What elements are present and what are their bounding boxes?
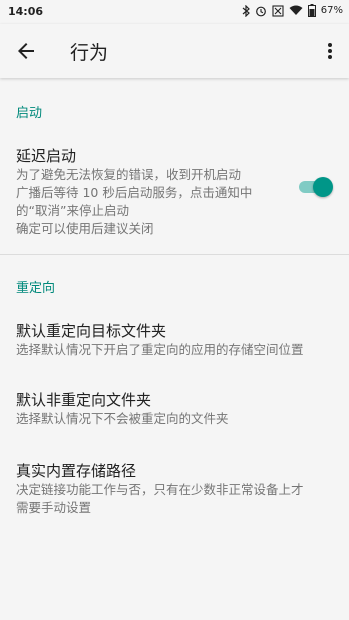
switch-thumb bbox=[313, 177, 333, 197]
delayed-startup-switch[interactable] bbox=[297, 176, 333, 197]
wifi-icon bbox=[289, 5, 303, 16]
summary-line: 为了避免无法恢复的错误，收到开机启动 bbox=[16, 167, 242, 182]
page-title: 行为 bbox=[70, 42, 109, 64]
pref-summary: 决定链接功能工作与否，只有在少数非正常设备上才 需要手动设置 bbox=[16, 481, 304, 517]
pref-summary: 选择默认情况下开启了重定向的应用的存储空间位置 bbox=[16, 341, 304, 359]
pref-title: 延迟启动 bbox=[16, 147, 77, 165]
summary-line: 需要手动设置 bbox=[16, 500, 92, 515]
summary-line: 选择默认情况下不会被重定向的文件夹 bbox=[16, 411, 229, 426]
battery-percent: 67% bbox=[320, 5, 343, 16]
alarm-icon bbox=[255, 5, 267, 17]
bluetooth-icon bbox=[242, 4, 250, 17]
summary-line: 广播后等待 10 秒后启动服务，点击通知中 bbox=[16, 185, 253, 200]
more-vert-icon bbox=[328, 43, 332, 59]
back-button[interactable] bbox=[14, 39, 38, 63]
pref-title: 真实内置存储路径 bbox=[16, 462, 137, 480]
status-bar: 14:06 67% bbox=[0, 0, 349, 24]
app-bar: 行为 bbox=[0, 24, 349, 78]
section-divider bbox=[0, 254, 349, 255]
pref-summary: 为了避免无法恢复的错误，收到开机启动 广播后等待 10 秒后启动服务，点击通知中… bbox=[16, 166, 252, 238]
summary-line: 确定可以使用后建议关闭 bbox=[16, 221, 154, 236]
summary-line: 的“取消”来停止启动 bbox=[16, 203, 129, 218]
section-header-startup: 启动 bbox=[16, 106, 43, 121]
battery-icon bbox=[307, 4, 316, 17]
more-options-button[interactable] bbox=[325, 39, 335, 63]
pref-title: 默认重定向目标文件夹 bbox=[16, 322, 167, 340]
status-time: 14:06 bbox=[8, 5, 44, 18]
summary-line: 决定链接功能工作与否，只有在少数非正常设备上才 bbox=[16, 482, 304, 497]
signal-x-icon bbox=[272, 4, 284, 17]
status-icons: 67% bbox=[242, 4, 343, 17]
arrow-back-icon bbox=[18, 43, 34, 59]
pref-summary: 选择默认情况下不会被重定向的文件夹 bbox=[16, 410, 229, 428]
section-header-redirect: 重定向 bbox=[16, 281, 56, 296]
pref-title: 默认非重定向文件夹 bbox=[16, 391, 152, 409]
summary-line: 选择默认情况下开启了重定向的应用的存储空间位置 bbox=[16, 342, 304, 357]
